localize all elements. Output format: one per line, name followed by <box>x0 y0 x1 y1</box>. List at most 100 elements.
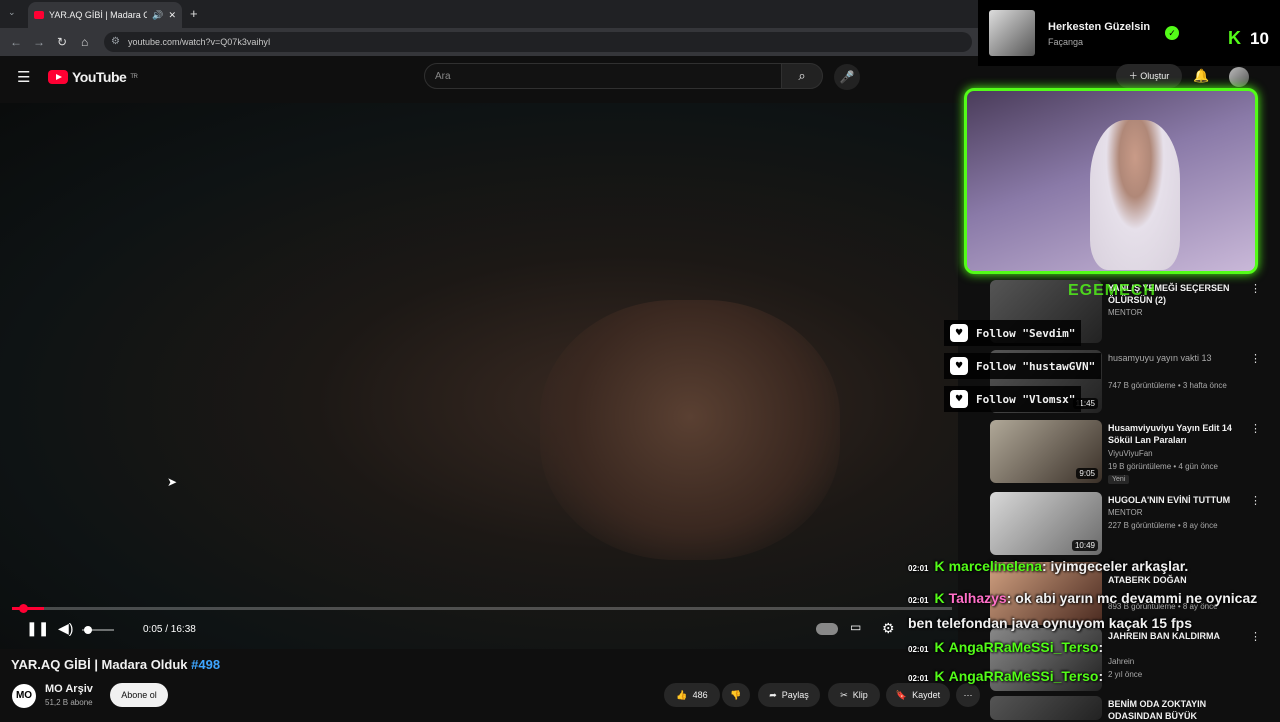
follow-text: Follow "hustawGVN" <box>976 359 1096 373</box>
clip-button[interactable]: ✂ Klip <box>828 683 880 707</box>
channel-name[interactable]: MO Arşiv <box>45 683 93 695</box>
tab-title: YAR.AQ GİBİ | Madara Olduk <box>49 10 148 20</box>
save-button[interactable]: 🔖 Kaydet <box>886 683 950 707</box>
voice-search-icon[interactable]: 🎤 <box>834 64 860 90</box>
chat-text: iyimgeceler arkaşlar. <box>1050 558 1189 574</box>
volume-icon[interactable]: ◀) <box>58 620 73 637</box>
subscriber-count: 51,2 B abone <box>45 698 93 707</box>
logo-text: YouTube <box>72 69 127 85</box>
settings-icon[interactable]: ⚙ <box>882 620 895 637</box>
speaker-icon[interactable]: 🔊 <box>152 10 163 21</box>
dislike-button[interactable]: 👎 <box>722 683 750 707</box>
rec-meta: 19 B görüntüleme • 4 gün önce <box>1108 462 1218 471</box>
rec-title: ATABERK DOĞAN <box>1108 575 1187 585</box>
home-icon[interactable]: ⌂ <box>81 35 88 49</box>
back-icon[interactable]: ← <box>10 35 22 49</box>
kick-badge-icon: K <box>934 668 945 684</box>
like-count: 486 <box>692 690 708 700</box>
channel-avatar[interactable]: MO <box>12 684 36 708</box>
follow-alert: ♥ Follow "Vlomsx" <box>944 386 1082 412</box>
reload-icon[interactable]: ↻ <box>57 35 67 49</box>
share-icon: ➦ <box>769 689 777 700</box>
save-label: Kaydet <box>912 690 941 700</box>
share-button[interactable]: ➦ Paylaş <box>758 683 820 707</box>
youtube-play-icon <box>48 70 68 84</box>
search-button[interactable]: ⌕ <box>781 63 823 89</box>
create-button[interactable]: ＋ Oluştur <box>1116 64 1182 88</box>
video-title: YAR.AQ GİBİ | Madara Olduk #498 <box>11 657 220 672</box>
follow-alert: ♥ Follow "Sevdim" <box>944 320 1082 346</box>
rec-title: husamyuyu yayın vakti 13 <box>1108 353 1212 363</box>
browser-tab[interactable]: YAR.AQ GİBİ | Madara Olduk 🔊 ✕ <box>28 2 182 28</box>
pause-icon[interactable]: ❚❚ <box>26 620 49 637</box>
video-thumbnail <box>990 696 1102 720</box>
new-badge: Yeni <box>1108 475 1130 484</box>
rec-channel: ViyuViyuFan <box>1108 449 1153 458</box>
scissors-icon: ✂ <box>840 689 848 700</box>
user-avatar[interactable] <box>1229 67 1249 87</box>
chat-time: 02:01 <box>908 645 929 654</box>
song-artist: Façanga <box>1048 37 1084 47</box>
follow-alert: ♥ Follow "hustawGVN" <box>944 353 1102 379</box>
bookmark-icon: 🔖 <box>895 689 908 700</box>
time-display: 0:05 / 16:38 <box>143 624 196 635</box>
video-frame-figure <box>540 300 840 560</box>
album-art <box>989 10 1035 56</box>
url-field[interactable]: youtube.com/watch?v=Q07k3vaihyI <box>104 32 972 52</box>
video-thumbnail: 9:05 <box>990 420 1102 483</box>
chat-user: marcelinelena <box>948 558 1042 574</box>
follow-text: Follow "Vlomsx" <box>976 392 1076 406</box>
autoplay-toggle[interactable] <box>816 623 838 635</box>
like-button[interactable]: 👍 486 <box>664 683 720 707</box>
more-vert-icon[interactable]: ⋮ <box>1250 422 1261 435</box>
youtube-logo[interactable]: YouTube TR <box>48 69 138 85</box>
progress-fill <box>12 607 44 610</box>
more-vert-icon[interactable]: ⋮ <box>1250 494 1261 507</box>
subscribe-button[interactable]: Abone ol <box>110 683 168 707</box>
more-vert-icon[interactable]: ⋮ <box>1250 352 1261 365</box>
kick-badge-icon: K <box>934 590 945 606</box>
recommendation-item[interactable]: JAHREIN BAN KALDIRMA Jahrein 2 yıl önce … <box>990 628 1280 694</box>
thumbs-down-icon: 👎 <box>730 689 742 700</box>
thumbs-up-icon: 👍 <box>676 689 688 700</box>
recommendation-item[interactable]: 10:49 HUGOLA'NIN EVİNİ TUTTUM MENTOR 227… <box>990 492 1280 558</box>
streamer-figure <box>1090 120 1180 270</box>
heart-icon: ♥ <box>950 390 968 408</box>
duration-badge: 10:49 <box>1071 540 1098 551</box>
chat-user: AngaRRaMeSSi_Terso <box>948 668 1099 684</box>
kick-badge-icon: K <box>934 639 945 655</box>
chat-message: 02:01 K AngaRRaMeSSi_Terso: <box>908 639 1104 655</box>
heart-icon: ♥ <box>950 357 968 375</box>
youtube-favicon-icon <box>34 11 44 19</box>
more-vert-icon[interactable]: ⋮ <box>1250 282 1261 295</box>
rec-meta: 227 B görüntüleme • 8 ay önce <box>1108 521 1218 530</box>
mouse-cursor-icon: ➤ <box>167 475 178 489</box>
progress-bar[interactable] <box>12 607 952 610</box>
menu-icon[interactable]: ☰ <box>17 68 30 86</box>
follow-text: Follow "Sevdim" <box>976 326 1076 340</box>
recommendation-item[interactable]: BENİM ODA ZOKTAYIN ODASINDAN BÜYÜK <box>990 696 1280 721</box>
more-actions-button[interactable]: ⋯ <box>956 683 980 707</box>
notifications-icon[interactable]: 🔔 <box>1193 68 1209 84</box>
tab-search-icon[interactable]: ⌄ <box>8 7 16 18</box>
progress-scrubber[interactable] <box>19 604 28 613</box>
clip-label: Klip <box>852 690 868 700</box>
video-hashtag[interactable]: #498 <box>191 657 220 672</box>
more-icon: ⋯ <box>963 689 973 700</box>
rec-meta: 2 yıl önce <box>1108 670 1143 679</box>
chat-message: 02:01 K AngaRRaMeSSi_Terso: <box>908 668 1104 684</box>
new-tab-icon[interactable]: + <box>190 6 198 21</box>
duration-badge: 9:05 <box>1076 468 1098 479</box>
kick-badge-icon: K <box>934 558 945 574</box>
search-input[interactable]: Ara <box>424 63 782 89</box>
forward-icon[interactable]: → <box>33 35 45 49</box>
rec-title: BENİM ODA ZOKTAYIN ODASINDAN BÜYÜK <box>1108 699 1207 721</box>
volume-handle[interactable] <box>84 626 92 634</box>
video-thumbnail: 10:49 <box>990 492 1102 555</box>
captions-icon[interactable]: ▭ <box>850 620 861 634</box>
recommendation-item[interactable]: 9:05 Husamviyuviyu Yayın Edit 14 Sökül L… <box>990 420 1280 486</box>
close-tab-icon[interactable]: ✕ <box>168 10 176 21</box>
chat-time: 02:01 <box>908 596 929 605</box>
chat-time: 02:01 <box>908 564 929 573</box>
site-info-icon[interactable]: ⚙ <box>111 36 120 47</box>
